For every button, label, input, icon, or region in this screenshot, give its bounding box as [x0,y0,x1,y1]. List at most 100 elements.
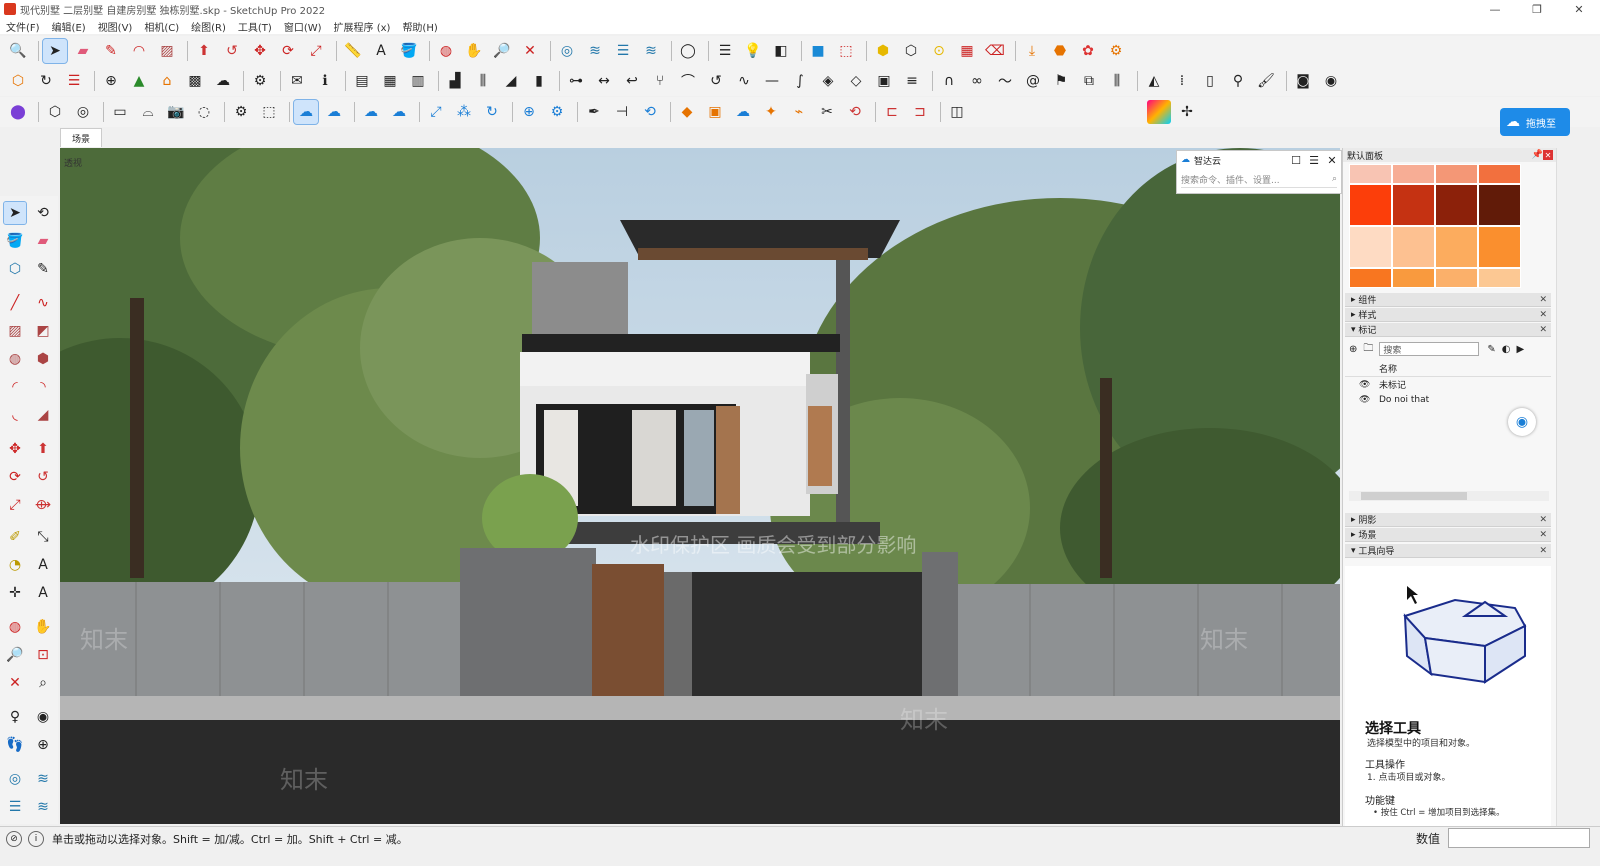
lightbulb-icon[interactable]: 💡 [741,39,765,63]
select-arrow-icon[interactable]: ➤ [3,201,27,225]
camera-icon[interactable]: 📷 [164,100,188,124]
rectangle-icon[interactable]: ▨ [155,39,179,63]
download-icon[interactable]: ⤓ [1020,39,1044,63]
eye-icon[interactable]: 👁 [1359,380,1379,390]
move-icon[interactable]: ✥ [4,438,26,460]
swatch[interactable] [1392,226,1435,268]
menu-file[interactable]: 文件(F) [0,19,46,34]
info-icon[interactable]: i [28,831,44,847]
cloud-gear-icon[interactable]: ☁ [322,100,346,124]
cursor-move-icon[interactable]: ✢ [1175,100,1199,124]
zoom-extents-icon[interactable]: ✕ [4,672,26,694]
paint-bucket-icon[interactable]: 🪣 [4,230,26,252]
camera-video-icon[interactable]: ▭ [108,100,132,124]
cloud-orange-icon[interactable]: ☁ [731,100,755,124]
tag-pen-icon[interactable]: ✎ [32,258,54,280]
pencil-icon[interactable]: ✎ [99,39,123,63]
cog-blue-icon[interactable]: ⚙ [545,100,569,124]
swatch[interactable] [1435,184,1478,226]
component-icon[interactable]: ⬡ [4,258,26,280]
swatch[interactable] [1392,268,1435,288]
pie-icon[interactable]: ◢ [32,404,54,426]
panel-components[interactable]: ▸ 组件 ✕ [1345,293,1551,307]
dimension-icon[interactable]: ⤡ [32,526,54,548]
eraser-icon[interactable]: ▰ [71,39,95,63]
car-icon[interactable]: ⌓ [136,100,160,124]
ramp-icon[interactable]: ◢ [499,69,523,93]
scale-icon[interactable]: ⤢ [304,39,328,63]
bolt-icon[interactable]: ⌁ [787,100,811,124]
stairs-icon[interactable]: ▟ [443,69,467,93]
minimize-button[interactable]: — [1474,0,1516,18]
shape-icon[interactable]: ◆ [675,100,699,124]
paint-bucket-icon[interactable]: 🪣 [397,39,421,63]
sync-icon[interactable]: ◉ [1319,69,1343,93]
section-plane-icon[interactable]: ⊕ [32,734,54,756]
pipe-icon[interactable]: ⊶ [564,69,588,93]
menu-draw[interactable]: 绘图(R) [185,19,232,34]
tray-close-icon[interactable]: ✕ [1543,150,1553,160]
push-pull-icon[interactable]: ⬆ [192,39,216,63]
table-icon[interactable]: ▤ [350,69,374,93]
swatch[interactable] [1349,268,1392,288]
cloud-sync-icon[interactable]: ☁ [387,100,411,124]
swatch[interactable] [1435,226,1478,268]
crop-icon[interactable]: ⊏ [880,100,904,124]
extension-warehouse-icon[interactable]: ≋ [32,768,54,790]
tag-icon[interactable]: ✦ [759,100,783,124]
swatch[interactable] [1478,226,1521,268]
cube-icon[interactable]: ▣ [872,69,896,93]
color-picker-icon[interactable] [1147,100,1171,124]
add-icon[interactable]: ⊕ [99,69,123,93]
model-viewport[interactable]: 水印保护区 画质会受到部分影响 知末 知末 知末 知末 透视 [60,148,1340,824]
circle-icon[interactable]: ◍ [4,348,26,370]
lasso-select-icon[interactable]: ⟲ [32,202,54,224]
orbit-icon[interactable]: ◍ [4,616,26,638]
tag-search-input[interactable]: 搜索 [1379,342,1480,356]
cloud-icon[interactable]: ☁ [211,69,235,93]
cloud-upload-icon[interactable]: ☁ [359,100,383,124]
disc-icon[interactable]: ◎ [71,100,95,124]
download-circle-icon[interactable]: ⊕ [517,100,541,124]
box-icon[interactable]: ⬣ [1048,39,1072,63]
frame-icon[interactable]: ⌒ [676,69,700,93]
section-cut-icon[interactable]: ⬚ [834,39,858,63]
delete-icon[interactable]: ⌫ [983,39,1007,63]
tag-row[interactable]: 👁 未标记 [1345,377,1551,392]
assistant-bubble-icon[interactable]: ◉ [1508,408,1536,436]
reload-icon[interactable]: ↻ [480,100,504,124]
menu-camera[interactable]: 相机(C) [138,19,185,34]
look-around-icon[interactable]: ◉ [32,706,54,728]
menu-window[interactable]: 窗口(W) [278,19,328,34]
figure-icon[interactable]: ⚲ [1226,69,1250,93]
expand-icon[interactable]: ⤢ [424,100,448,124]
extension-warehouse-icon[interactable]: ≋ [583,39,607,63]
axes-icon[interactable]: ✛ [4,582,26,604]
door-icon[interactable]: ▯ [1198,69,1222,93]
chain-icon[interactable]: ∞ [965,69,989,93]
panel-tags[interactable]: ▾ 标记 ✕ [1345,323,1551,337]
mail-icon[interactable]: ✉ [285,69,309,93]
position-camera-icon[interactable]: ♀ [4,706,26,728]
panel-shadows[interactable]: ▸ 阴影 ✕ [1345,513,1551,527]
arc-icon[interactable]: ◜ [4,376,26,398]
follow-me-icon[interactable]: ↺ [32,466,54,488]
tag-row[interactable]: 👁 Do noi that [1345,392,1551,407]
purple-logo-icon[interactable]: ⬤ [6,100,30,124]
arch-icon[interactable]: ∩ [937,69,961,93]
details-icon[interactable]: ▶ [1517,344,1525,355]
plugin-icon[interactable]: ✿ [1076,39,1100,63]
zoom-window-icon[interactable]: ⊡ [32,644,54,666]
pan-icon[interactable]: ✋ [462,39,486,63]
panel-instructor[interactable]: ▾ 工具向导 ✕ [1345,544,1551,558]
search-icon[interactable]: 🔍 [6,39,30,63]
railing-icon[interactable]: ⫼ [1105,69,1129,93]
checker-icon[interactable]: ▩ [183,69,207,93]
add-tag-icon[interactable]: ⊕ [1349,344,1357,355]
previous-view-icon[interactable]: ⌕ [32,672,54,694]
plugin-logo-icon[interactable]: ⬡ [6,69,30,93]
menu-edit[interactable]: 编辑(E) [46,19,92,34]
geolocation-icon[interactable]: ⊘ [6,831,22,847]
warehouse-icon[interactable]: ◎ [4,768,26,790]
swatch[interactable] [1349,164,1392,184]
